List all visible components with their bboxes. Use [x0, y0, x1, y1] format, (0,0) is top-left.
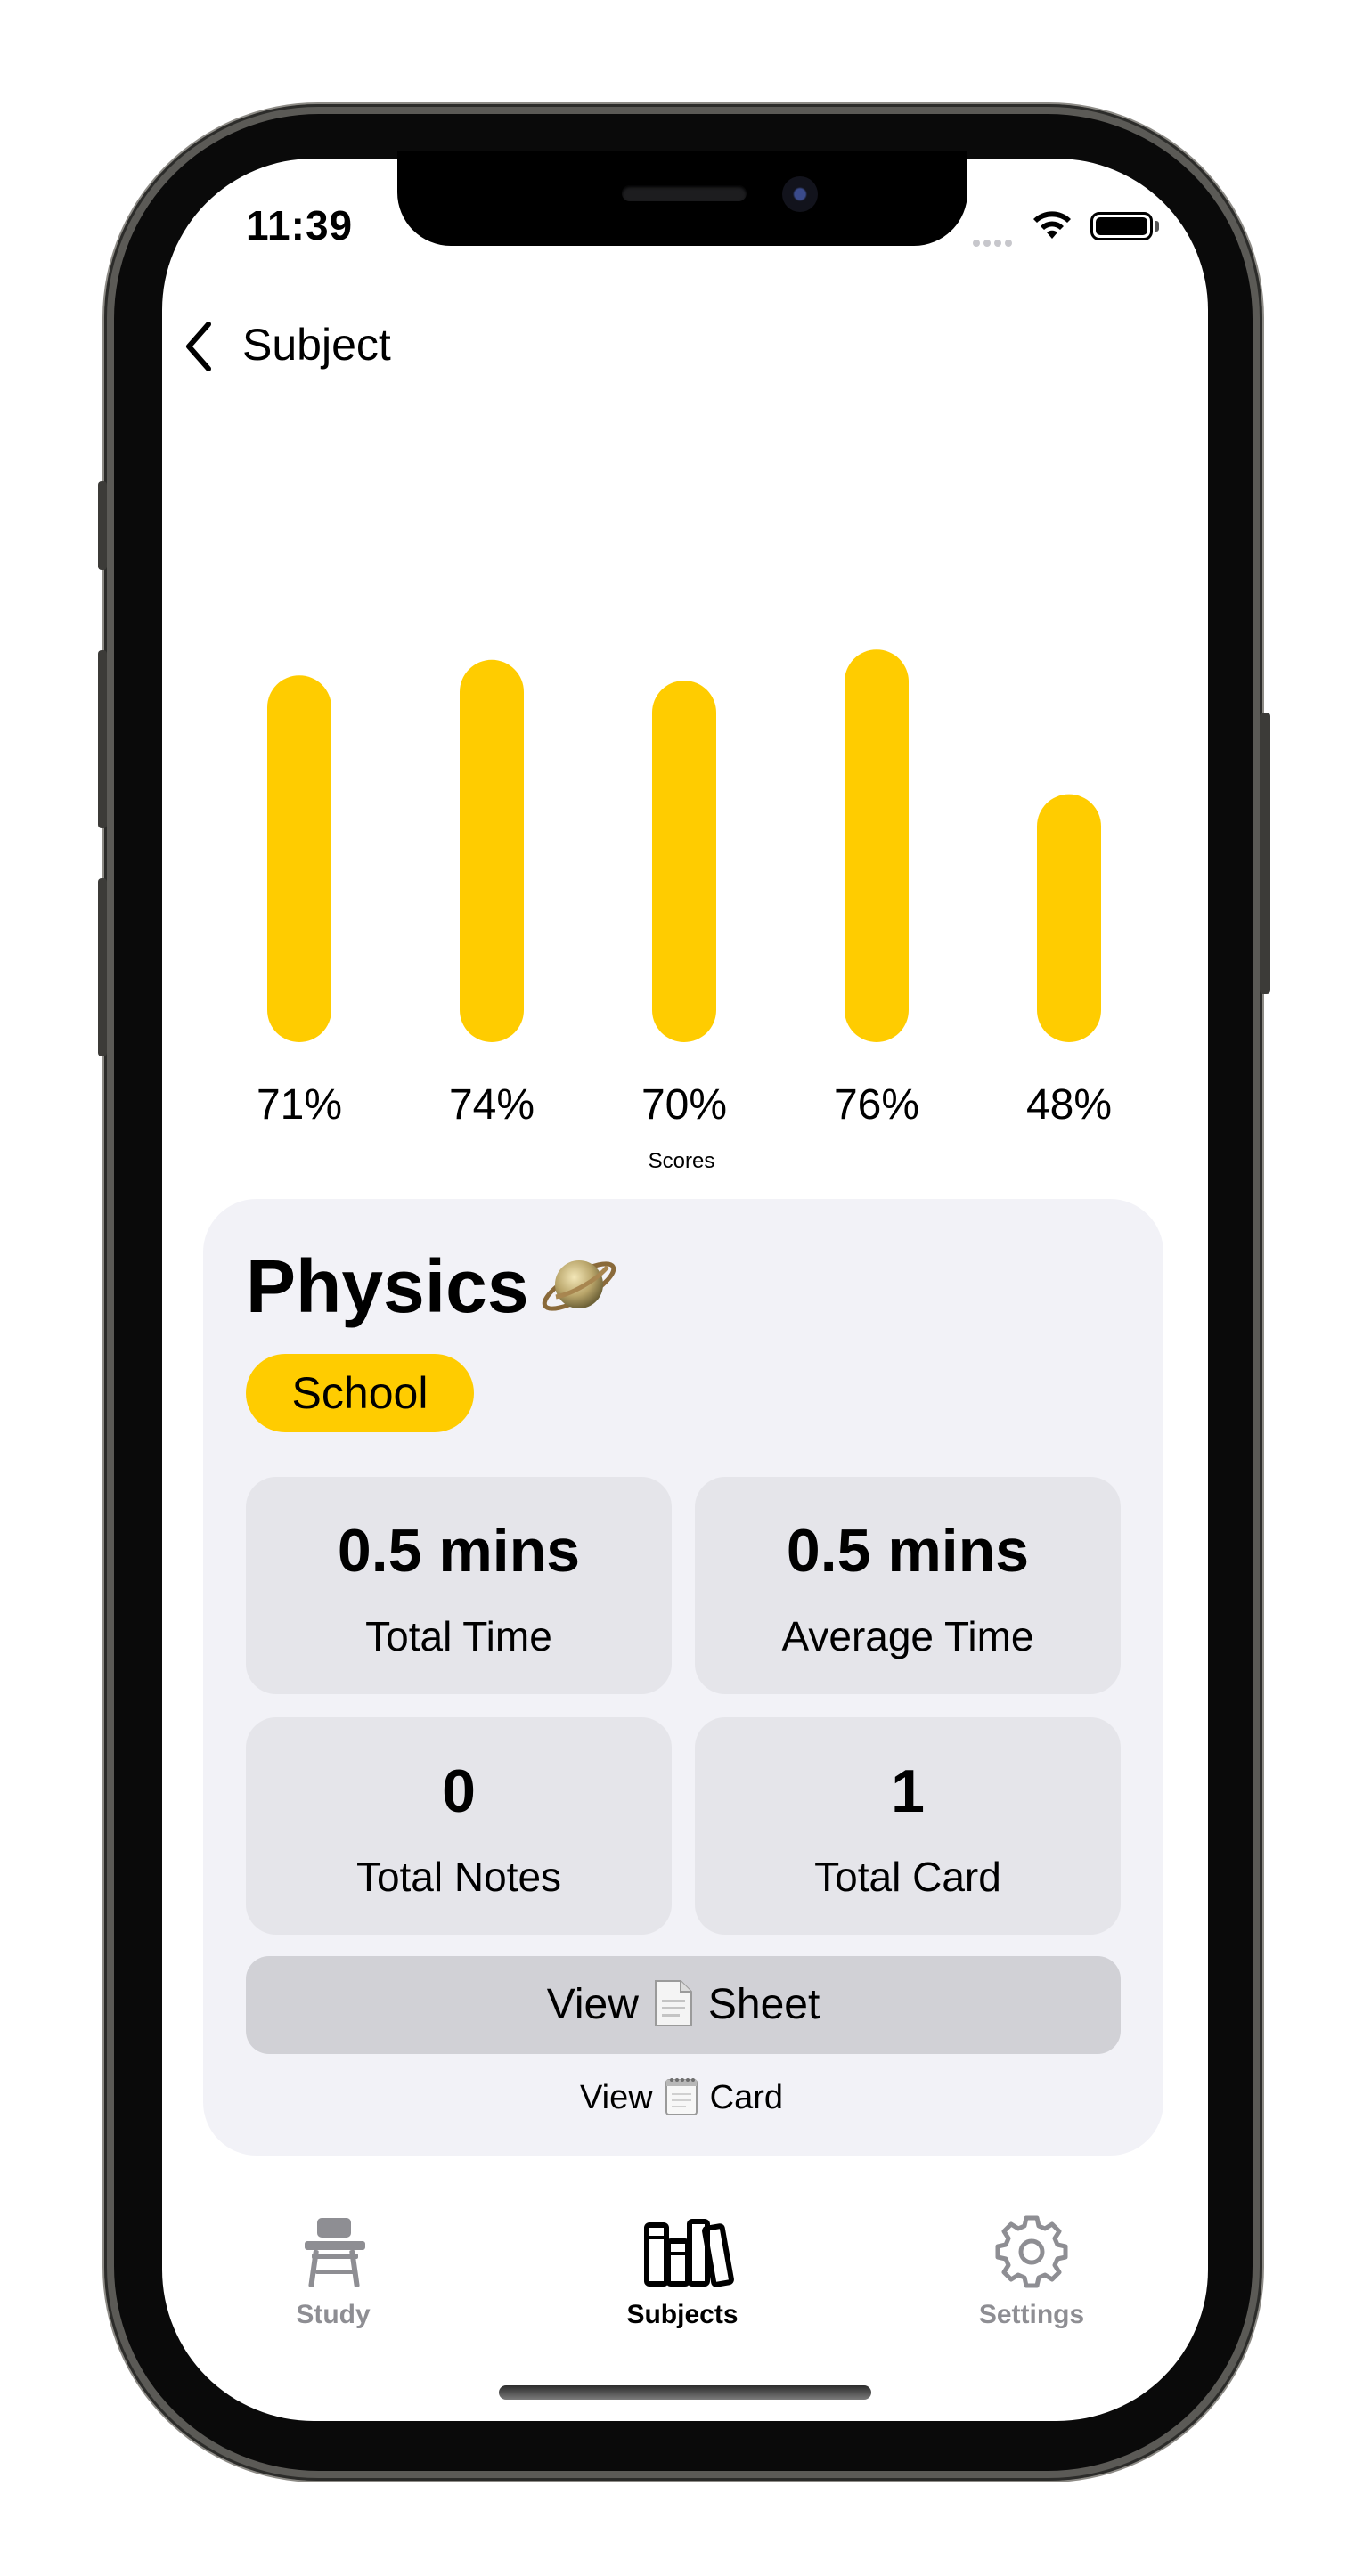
stat-label: Total Card [814, 1854, 1001, 1900]
battery-tip [1155, 221, 1159, 232]
ringed-planet-icon [542, 1260, 616, 1311]
gear-icon [995, 2215, 1068, 2288]
mute-switch [98, 481, 107, 570]
chart-value-label: 48% [1026, 1081, 1112, 1129]
stat-value: 0.5 mins [337, 1517, 581, 1585]
home-indicator [499, 2385, 871, 2400]
category-tag: School [246, 1354, 474, 1432]
chart-bar [1037, 794, 1101, 1042]
stat-label: Total Time [365, 1613, 552, 1659]
power-button [1260, 713, 1270, 994]
status-time: 11:39 [246, 202, 354, 249]
wifi-icon [1033, 211, 1071, 239]
stat-total-time: 0.5 mins Total Time [246, 1477, 672, 1694]
tab-label: Settings [978, 2300, 1085, 2329]
document-icon [654, 1980, 692, 2027]
back-button[interactable]: Subject [242, 319, 391, 371]
notepad-icon [665, 2078, 698, 2115]
volume-down-button [98, 878, 107, 1056]
front-camera [782, 176, 818, 212]
view-card-link[interactable]: View Card [0, 2078, 1363, 2120]
chart-bar [652, 681, 716, 1042]
battery-icon [1090, 212, 1153, 240]
scores-bar-chart: 71% 74% 70% 76% 48% [257, 649, 1112, 1129]
view-sheet-left-label: View [546, 1981, 639, 2028]
stat-value: 0 [442, 1757, 476, 1825]
stat-value: 1 [891, 1757, 925, 1825]
stat-label: Total Notes [355, 1854, 562, 1900]
stat-label: Average Time [781, 1613, 1034, 1659]
chart-bar [267, 675, 331, 1042]
stat-total-card: 1 Total Card [695, 1717, 1121, 1935]
tab-subjects[interactable]: Subjects [549, 2214, 816, 2339]
tab-label: Study [296, 2300, 371, 2329]
school-desk-icon [305, 2218, 365, 2287]
view-card-right-label: Card [709, 2079, 784, 2117]
tab-label: Subjects [626, 2300, 739, 2329]
stat-total-notes: 0 Total Notes [246, 1717, 672, 1935]
volume-up-button [98, 650, 107, 828]
chart-value-label: 76% [834, 1081, 919, 1129]
stat-value: 0.5 mins [786, 1517, 1030, 1585]
books-icon [644, 2219, 734, 2287]
tab-settings[interactable]: Settings [898, 2214, 1165, 2339]
chart-value-label: 71% [257, 1081, 342, 1129]
chevron-left-icon[interactable] [184, 321, 214, 372]
view-sheet-button[interactable]: View Sheet [246, 1956, 1121, 2054]
chart-bar [845, 649, 909, 1042]
speaker-grille [622, 185, 747, 201]
stat-average-time: 0.5 mins Average Time [695, 1477, 1121, 1694]
view-card-left-label: View [579, 2079, 653, 2117]
chart-x-axis-label: Scores [648, 1149, 715, 1173]
subject-title: Physics [246, 1244, 529, 1328]
view-sheet-right-label: Sheet [707, 1981, 820, 2028]
chart-value-label: 74% [449, 1081, 535, 1129]
tab-study[interactable]: Study [200, 2214, 467, 2339]
cellular-signal-icon [973, 235, 1019, 247]
chart-bar [460, 659, 524, 1042]
chart-value-label: 70% [641, 1081, 727, 1129]
